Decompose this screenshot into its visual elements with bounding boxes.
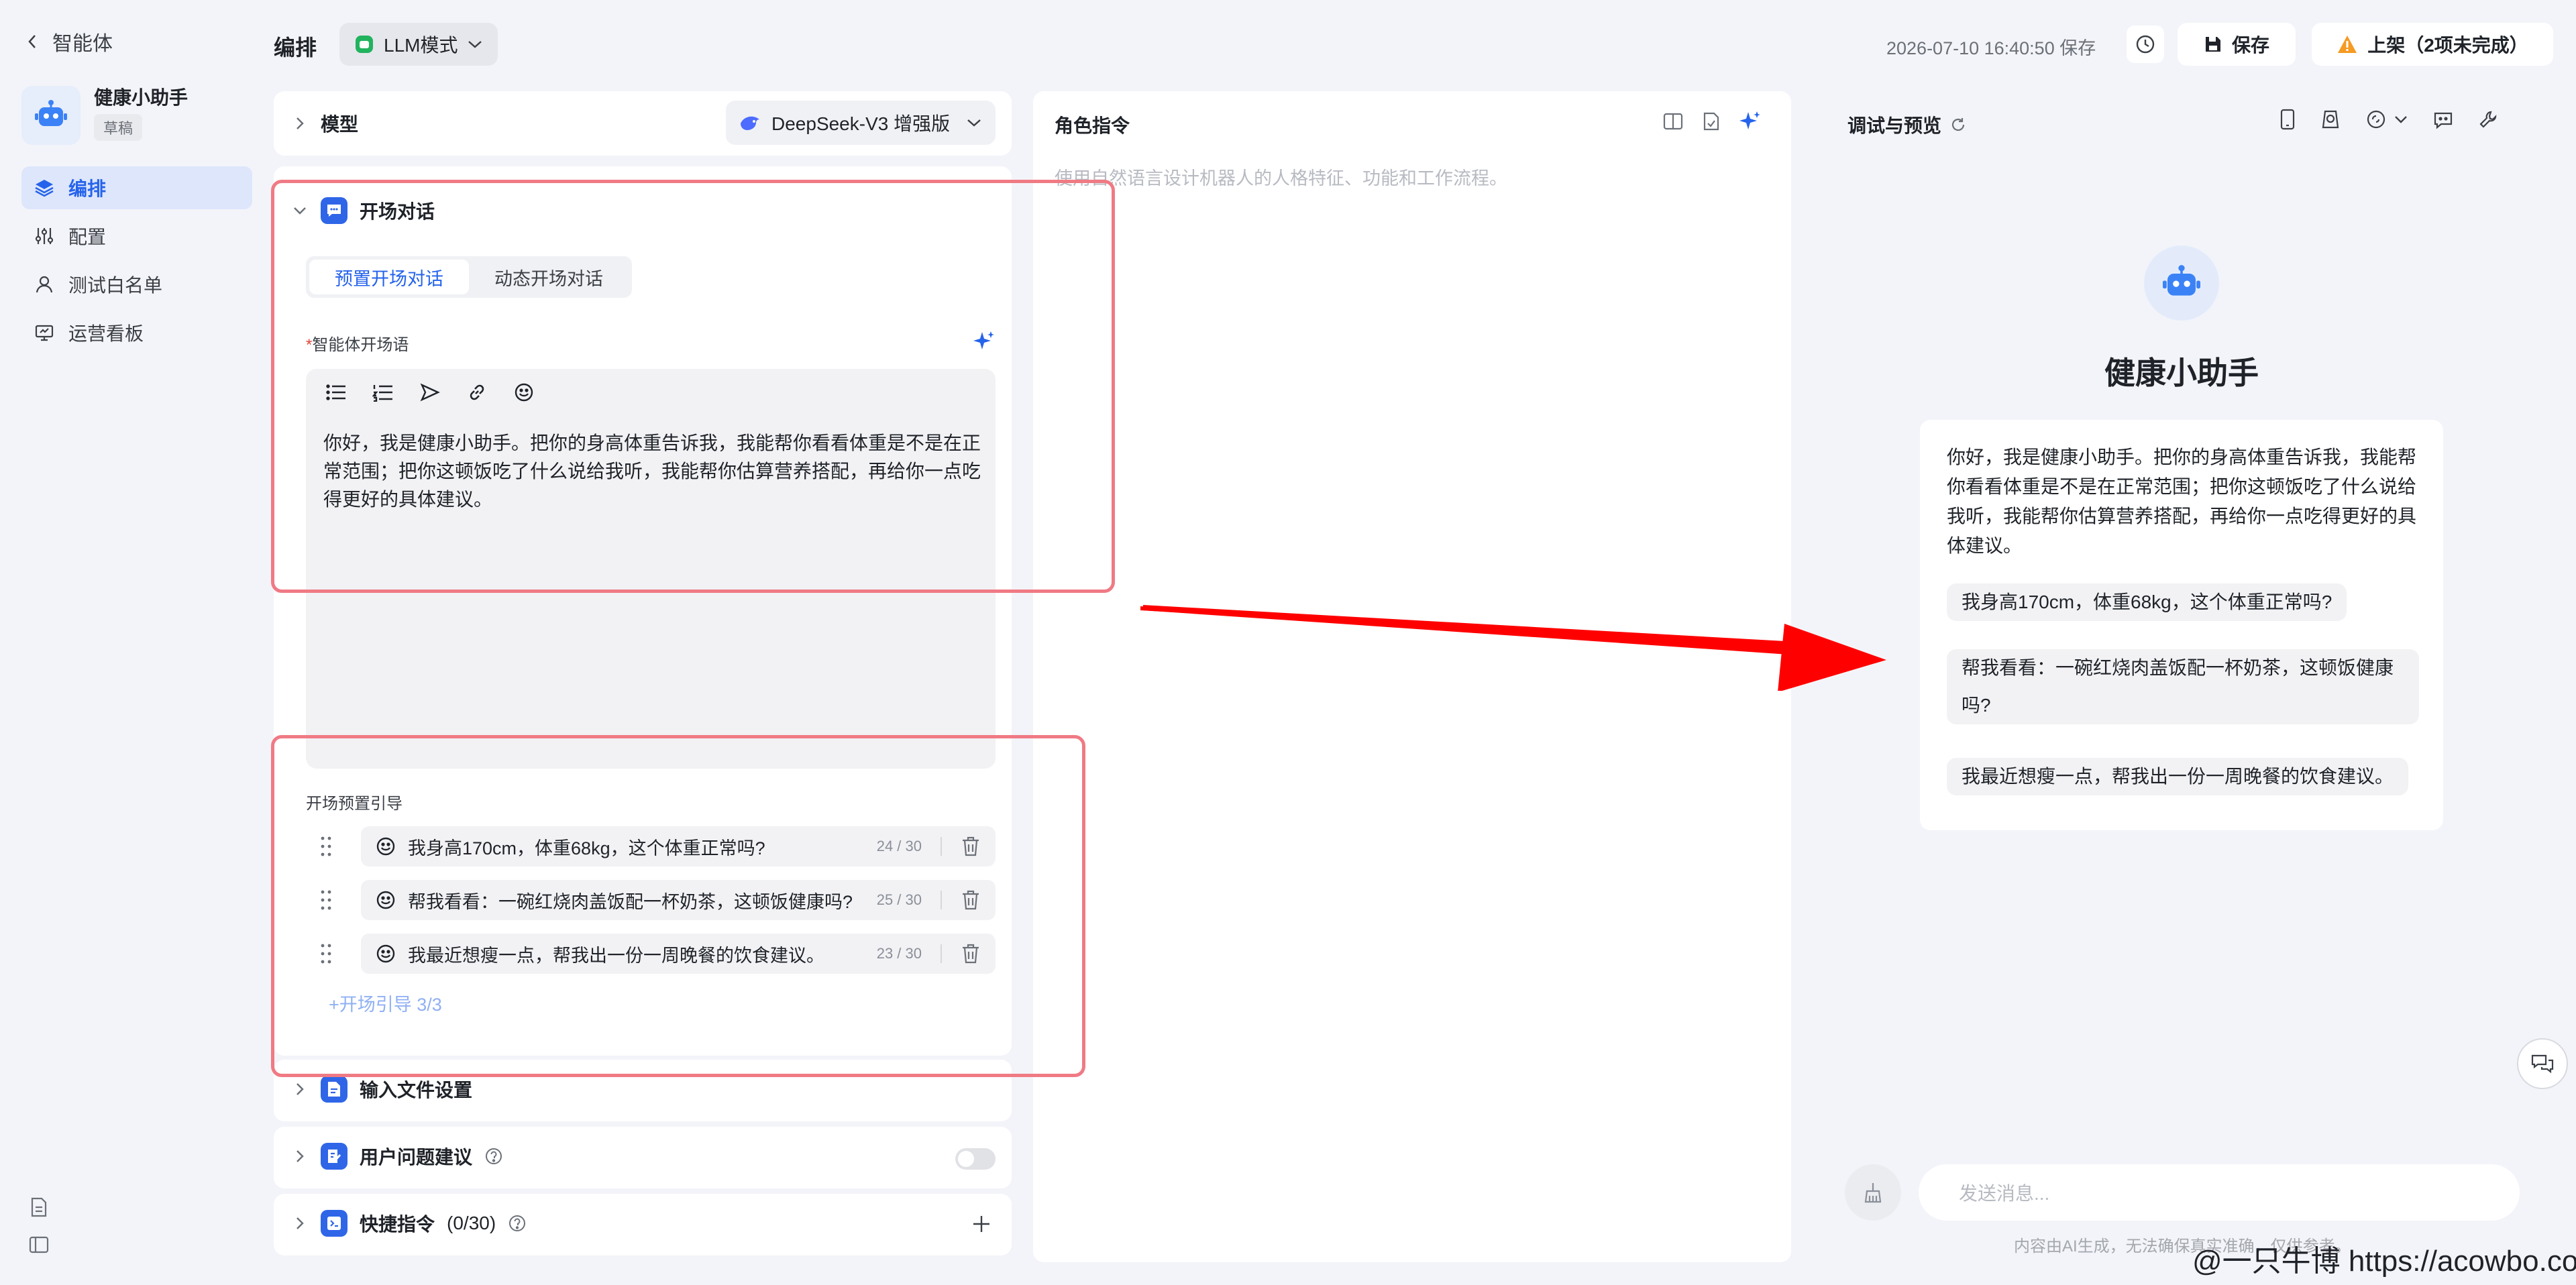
bot-chat-icon[interactable] — [2432, 109, 2454, 129]
annotation-arrow — [1140, 605, 1886, 691]
publish-label: 上架（2项未完成） — [2367, 35, 2528, 56]
layers-icon — [34, 177, 55, 199]
broom-icon — [1864, 1183, 1882, 1203]
message-input[interactable]: 发送消息... — [1919, 1164, 2520, 1221]
quick-cmd-header[interactable]: 快捷指令 (0/30) — [291, 1210, 527, 1237]
chevron-right-icon — [291, 1215, 309, 1232]
monitor-icon — [34, 322, 55, 343]
help-icon[interactable] — [508, 1214, 527, 1233]
sidebar-item-label: 测试白名单 — [68, 275, 163, 296]
sidebar-item-label: 配置 — [68, 227, 107, 247]
bot-name: 健康小助手 — [2104, 355, 2259, 390]
quick-cmd-count: (0/30) — [447, 1213, 496, 1233]
status-badge: 草稿 — [94, 114, 143, 141]
history-button[interactable] — [2127, 25, 2164, 63]
quick-command-icon — [321, 1210, 347, 1237]
preview-toolbar — [2279, 109, 2498, 130]
back-label: 智能体 — [52, 33, 113, 55]
voice-icon[interactable] — [2365, 109, 2408, 130]
save-icon — [2204, 35, 2222, 54]
llm-mode-icon — [354, 34, 374, 54]
suggestion-chip[interactable]: 我身高170cm，体重68kg，这个体重正常吗? — [1947, 583, 2347, 621]
robot-icon — [35, 100, 67, 126]
preview-header: 调试与预览 — [1847, 111, 1967, 138]
split-view-icon[interactable] — [1662, 110, 1684, 133]
chevron-down-icon — [467, 39, 483, 50]
sliders-icon — [34, 225, 55, 247]
chat-swap-icon — [2531, 1054, 2554, 1074]
user-suggest-title: 用户问题建议 — [360, 1147, 473, 1168]
model-selector[interactable]: DeepSeek-V3 增强版 — [726, 101, 996, 145]
sidebar-item-orchestration[interactable]: 编排 — [21, 166, 252, 209]
bot-avatar — [2144, 245, 2219, 321]
agent-name: 健康小助手 — [94, 87, 189, 108]
highlight-box-guides — [271, 735, 1085, 1077]
panel-toggle-icon[interactable] — [28, 1234, 50, 1255]
feedback-float-button[interactable] — [2517, 1038, 2568, 1089]
sidebar-item-label: 编排 — [68, 178, 107, 199]
user-icon — [34, 274, 55, 295]
template-icon[interactable] — [1701, 110, 1721, 133]
clear-chat-button[interactable] — [1845, 1164, 1901, 1221]
sidebar-item-label: 运营看板 — [68, 323, 144, 344]
warning-icon — [2337, 34, 2358, 54]
camera-debug-icon[interactable] — [2320, 109, 2341, 130]
page-title: 编排 — [274, 36, 317, 60]
add-icon[interactable] — [971, 1214, 991, 1234]
file-settings-title: 输入文件设置 — [360, 1080, 473, 1101]
watermark: @一只牛博 https://acowbo.com — [2192, 1245, 2576, 1278]
chevron-right-icon — [291, 115, 309, 132]
sidebar-item-config[interactable]: 配置 — [21, 215, 252, 258]
chevron-right-icon — [291, 1148, 309, 1165]
highlight-box-opening — [271, 180, 1115, 593]
help-icon[interactable] — [484, 1147, 503, 1166]
sidebar-item-dashboard[interactable]: 运营看板 — [21, 311, 252, 354]
mode-label: LLM模式 — [384, 35, 458, 56]
mobile-icon[interactable] — [2279, 109, 2296, 130]
file-settings-icon — [321, 1076, 347, 1103]
chevron-down-icon — [966, 117, 982, 128]
preview-intro-text: 你好，我是健康小助手。把你的身高体重告诉我，我能帮你看看体重是不是在正常范围；把… — [1947, 447, 2417, 556]
model-value: DeepSeek-V3 增强版 — [771, 113, 951, 134]
user-suggest-toggle[interactable] — [955, 1148, 996, 1170]
agent-avatar — [21, 86, 80, 145]
sidebar-item-whitelist[interactable]: 测试白名单 — [21, 263, 252, 306]
clock-icon — [2136, 35, 2155, 54]
model-section-header[interactable]: 模型 — [291, 110, 358, 137]
deepseek-icon — [739, 113, 762, 133]
document-icon[interactable] — [28, 1196, 50, 1218]
chevron-right-icon — [291, 1080, 309, 1098]
mode-selector[interactable]: LLM模式 — [339, 23, 498, 66]
suggestion-chip[interactable]: 我最近想瘦一点，帮我出一份一周晚餐的饮食建议。 — [1947, 758, 2409, 795]
suggestion-chip[interactable]: 帮我看看：一碗红烧肉盖饭配一杯奶茶，这顿饭健康吗? — [1947, 649, 2419, 724]
back-link[interactable]: 智能体 — [27, 28, 113, 55]
role-instruction-input[interactable]: 使用自然语言设计机器人的人格特征、功能和工作流程。 — [1055, 164, 1507, 190]
robot-icon — [2163, 265, 2200, 296]
publish-button[interactable]: 上架（2项未完成） — [2312, 23, 2553, 66]
ai-sparkle-icon[interactable] — [1739, 110, 1762, 133]
preview-title: 调试与预览 — [1847, 115, 1942, 136]
role-title: 角色指令 — [1055, 115, 1130, 136]
role-toolbar — [1662, 110, 1762, 133]
save-timestamp: 2026-07-10 16:40:50 保存 — [1886, 38, 2096, 58]
file-settings-header[interactable]: 输入文件设置 — [291, 1076, 472, 1103]
chevron-down-icon — [2395, 116, 2407, 123]
wrench-icon[interactable] — [2478, 109, 2498, 129]
chevron-left-icon — [27, 34, 38, 50]
refresh-icon[interactable] — [1949, 116, 1967, 133]
edit-note-icon — [321, 1143, 347, 1170]
quick-cmd-title: 快捷指令 — [360, 1214, 435, 1235]
save-label: 保存 — [2231, 35, 2269, 56]
model-title: 模型 — [321, 114, 359, 135]
save-button[interactable]: 保存 — [2178, 23, 2296, 66]
user-suggest-header[interactable]: 用户问题建议 — [291, 1143, 503, 1170]
